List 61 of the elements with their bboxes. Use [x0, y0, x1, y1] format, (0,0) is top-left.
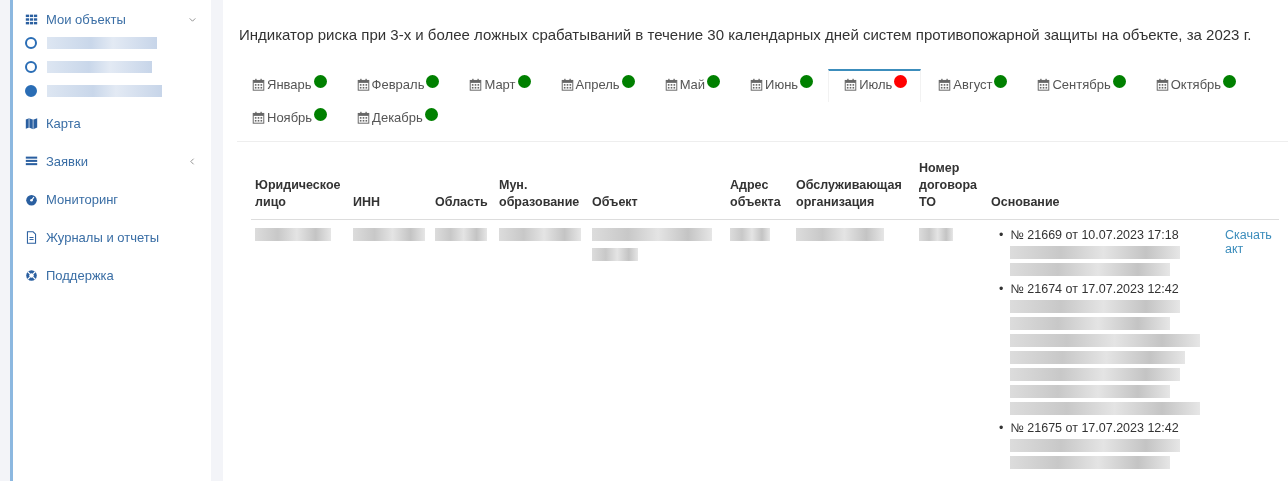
bullet: • — [999, 228, 1004, 244]
calendar-icon — [938, 78, 952, 91]
basis-entry: № 21669 от 10.07.2023 17:18 — [1010, 228, 1180, 242]
calendar-icon — [469, 78, 483, 91]
column-header: Юридическое лицо — [251, 154, 349, 220]
calendar-icon — [252, 111, 265, 124]
redacted-text — [353, 228, 425, 241]
sidebar-item[interactable]: Мои объекты — [13, 6, 211, 32]
redacted-text — [730, 228, 770, 241]
month-tab[interactable]: Январь — [237, 69, 340, 102]
calendar-icon — [560, 78, 574, 91]
grid-icon — [25, 12, 38, 26]
gauge-icon — [25, 192, 38, 206]
sidebar-item[interactable]: Карта — [13, 104, 211, 142]
redacted-text — [592, 248, 638, 261]
month-tab[interactable]: Июль — [828, 69, 922, 102]
month-tab[interactable]: Декабрь — [342, 102, 451, 135]
calendar-icon — [1155, 78, 1169, 91]
list-icon — [25, 154, 38, 168]
sidebar-item[interactable]: Мониторинг — [13, 180, 211, 218]
bullet: • — [999, 282, 1004, 298]
column-header: Объект — [588, 154, 726, 220]
month-tab[interactable]: Февраль — [341, 69, 453, 102]
month-tab[interactable]: Октябрь — [1140, 69, 1250, 102]
column-header: Адрес объекта — [726, 154, 792, 220]
month-tab[interactable]: Август — [923, 69, 1021, 102]
sidebar-item[interactable]: Поддержка — [13, 256, 211, 294]
calendar-icon — [844, 78, 858, 91]
calendar-icon — [664, 78, 678, 91]
map-icon — [25, 116, 38, 130]
column-header: Основание — [987, 154, 1221, 220]
month-tab[interactable]: Март — [454, 69, 544, 102]
calendar-icon — [252, 78, 265, 91]
month-tab[interactable]: Май — [649, 69, 734, 102]
sidebar-item[interactable]: Заявки — [13, 142, 211, 180]
page-title: Индикатор риска при 3-х и более ложных срабатываний в течение 30 календарных дней систем противопожарной защиты на объекте, за 2023 г. — [239, 26, 1253, 43]
radio-button[interactable] — [25, 37, 37, 49]
column-header: ИНН — [349, 154, 431, 220]
download-link[interactable]: Скачать акт — [1225, 228, 1273, 256]
column-header: Область — [431, 154, 495, 220]
lifebuoy-icon — [25, 268, 38, 282]
column-header: Обслуживающая организация — [792, 154, 915, 220]
basis-entry: № 21675 от 17.07.2023 12:42 — [1010, 421, 1180, 435]
calendar-icon — [357, 111, 371, 124]
document-icon — [25, 230, 38, 244]
radio-button[interactable] — [25, 85, 37, 97]
sidebar-item[interactable]: Журналы и отчеты — [13, 218, 211, 256]
radio-button[interactable] — [25, 61, 37, 73]
calendar-icon — [750, 78, 764, 91]
month-tab[interactable]: Июнь — [735, 69, 827, 102]
redacted-text — [919, 228, 953, 241]
calendar-icon — [356, 78, 370, 91]
month-tab[interactable]: Сентябрь — [1022, 69, 1139, 102]
column-header: Номер договора ТО — [915, 154, 987, 220]
redacted-text — [435, 228, 487, 241]
basis-entry: № 21674 от 17.07.2023 12:42 — [1010, 282, 1180, 296]
month-tab[interactable]: Апрель — [545, 69, 648, 102]
bullet: • — [999, 421, 1004, 437]
month-tab[interactable]: Ноябрь — [237, 102, 341, 135]
calendar-icon — [1037, 78, 1051, 91]
column-header: Мун. образование — [495, 154, 588, 220]
